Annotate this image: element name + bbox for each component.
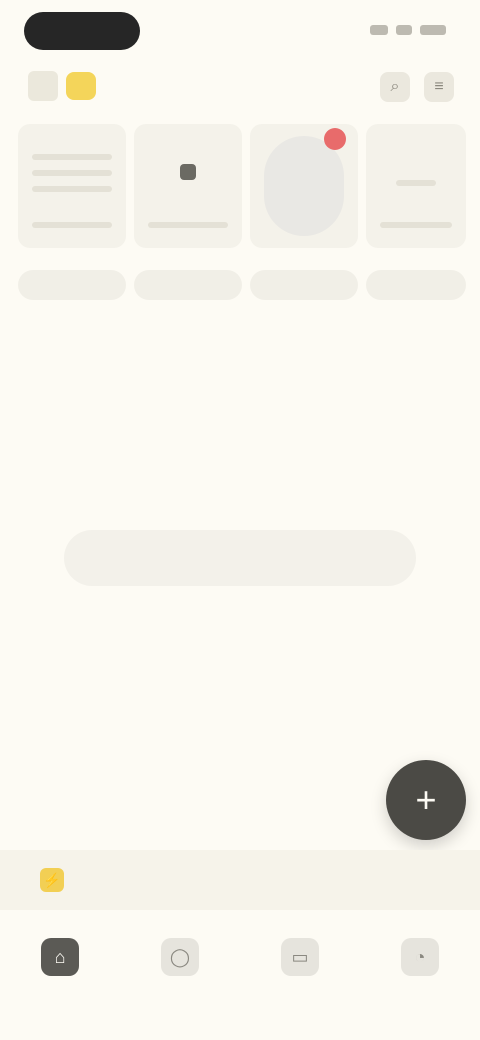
topbar-actions: ⌕ ≡ (380, 72, 454, 102)
card-label (366, 270, 466, 300)
card-thumbnail (134, 124, 242, 248)
notification-badge (324, 128, 346, 150)
nav-item-library[interactable]: ▭ (240, 920, 360, 1040)
card-thumbnail (18, 124, 126, 248)
lightning-icon: ⚡ (40, 868, 64, 892)
logo-icon (28, 71, 58, 101)
page-title (150, 72, 350, 100)
nav-item-chat[interactable]: ◯ (120, 920, 240, 1040)
nav-item-profile[interactable]: ◔ (360, 920, 480, 1040)
profile-icon: ◔ (401, 938, 439, 976)
card-label (134, 270, 242, 300)
card-thumbnail (366, 124, 466, 248)
card-label (250, 270, 358, 300)
top-app-bar: ⌕ ≡ (0, 62, 480, 112)
search-icon[interactable]: ⌕ (380, 72, 410, 102)
bottom-navigation: ⌂ ◯ ▭ ◔ (0, 920, 480, 1040)
chat-icon: ◯ (161, 938, 199, 976)
empty-state-button[interactable] (64, 530, 416, 586)
app-logo[interactable] (28, 66, 118, 106)
menu-icon[interactable]: ≡ (424, 72, 454, 102)
empty-state (0, 360, 480, 620)
status-time-pill (24, 12, 140, 50)
logo-mark-icon (66, 72, 96, 100)
status-bar (0, 0, 480, 62)
suggestion-card[interactable] (18, 124, 126, 300)
library-icon: ▭ (281, 938, 319, 976)
plus-icon: + (415, 779, 437, 820)
card-label (18, 270, 126, 300)
wifi-icon (396, 25, 412, 35)
suggestion-card[interactable] (134, 124, 242, 300)
suggestion-cards (0, 124, 480, 314)
suggestion-card[interactable] (366, 124, 466, 300)
new-item-fab[interactable]: + (386, 760, 466, 840)
status-icons (360, 22, 446, 38)
signal-icon (370, 25, 388, 35)
nav-item-home[interactable]: ⌂ (0, 920, 120, 1040)
promo-banner[interactable]: ⚡ (0, 850, 480, 910)
suggestion-card[interactable] (250, 124, 358, 300)
home-icon: ⌂ (41, 938, 79, 976)
card-thumbnail (250, 124, 358, 248)
battery-icon (420, 25, 446, 35)
